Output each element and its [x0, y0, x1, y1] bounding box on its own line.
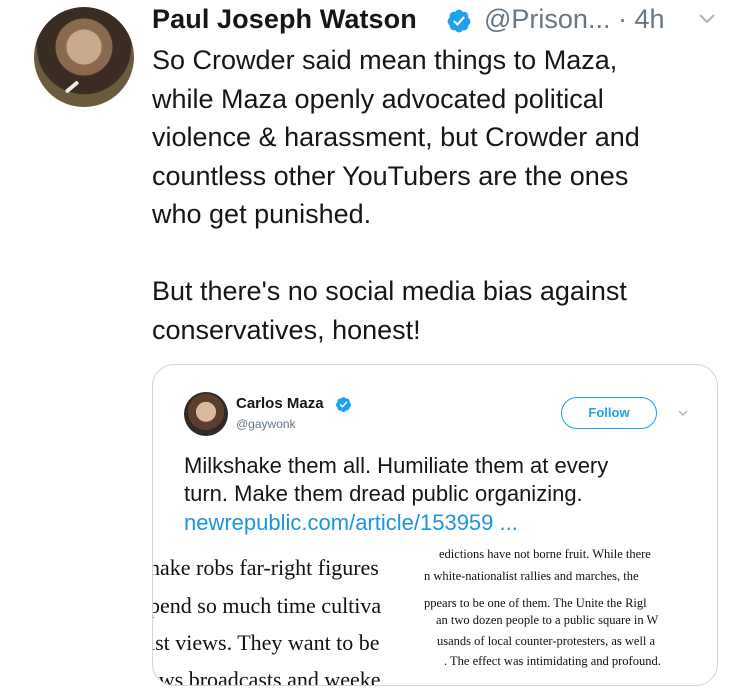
tweet-line: So Crowder said mean things to Maza,	[152, 45, 618, 75]
article-line: usands of local counter-protesters, as w…	[437, 634, 656, 648]
tweet-line: violence & harassment, but Crowder and	[152, 122, 640, 152]
quoted-author-name[interactable]: Carlos Maza	[236, 395, 324, 412]
timestamp[interactable]: · 4h	[618, 4, 665, 34]
tweet-line: who get punished.	[152, 199, 372, 229]
article-line: an two dozen people to a public square i…	[436, 613, 659, 627]
article-line: ppears to be one of them. The Unite the …	[424, 596, 647, 610]
article-link[interactable]: newrepublic.com/article/153959 ...	[184, 510, 518, 536]
cigarette	[64, 80, 80, 94]
quoted-author-handle[interactable]: @gaywonk	[236, 417, 296, 431]
chevron-down-icon[interactable]	[697, 9, 717, 29]
tweet-line: while Maza openly advocated political	[152, 83, 604, 114]
article-line: ews broadcasts and weeke	[153, 667, 381, 686]
chevron-down-icon[interactable]	[677, 407, 689, 419]
author-name[interactable]: Paul Joseph Watson	[152, 4, 417, 35]
verified-badge-icon	[336, 397, 351, 412]
quoted-tweet-card[interactable]: Carlos Maza @gaywonk Follow Milkshake th…	[152, 364, 718, 686]
verified-badge-icon	[447, 9, 471, 33]
article-screenshot[interactable]: hake robs far-right figures pend so much…	[153, 545, 717, 686]
article-line: hake robs far-right figures	[153, 555, 379, 580]
article-line: . The effect was intimidating and profou…	[444, 654, 661, 668]
quoted-tweet-text: Milkshake them all. Humiliate them at ev…	[184, 452, 704, 508]
article-line: edictions have not borne fruit. While th…	[439, 547, 651, 561]
author-handle[interactable]: @Prison... · 4h	[484, 4, 665, 35]
article-line: n white-nationalist rallies and marches,…	[424, 569, 639, 583]
follow-button[interactable]: Follow	[561, 397, 657, 429]
quoted-line: Milkshake them all. Humiliate them at ev…	[184, 453, 609, 478]
tweet-line: conservatives, honest!	[152, 314, 421, 345]
quoted-line: turn. Make them dread public organizing.	[184, 481, 583, 506]
quoted-author-avatar[interactable]	[184, 392, 228, 436]
handle-text: @Prison...	[484, 4, 611, 34]
tweet-line: But there's no social media bias against	[152, 276, 627, 306]
author-avatar[interactable]	[34, 7, 134, 107]
tweet-text: So Crowder said mean things to Maza, whi…	[152, 41, 732, 349]
article-line: pend so much time cultiva	[153, 593, 382, 618]
tweet-line: countless other YouTubers are the ones	[152, 160, 629, 191]
article-line: ist views. They want to be	[153, 630, 380, 655]
